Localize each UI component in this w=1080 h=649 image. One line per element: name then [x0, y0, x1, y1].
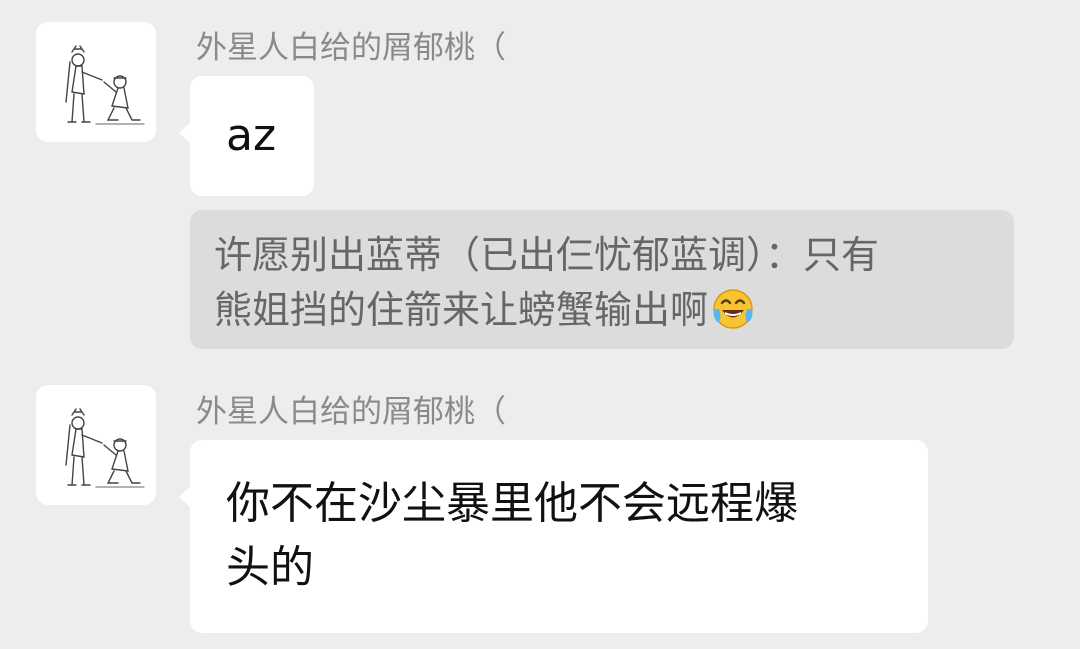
sender-avatar[interactable] [36, 385, 156, 505]
sender-avatar[interactable] [36, 22, 156, 142]
message-text: az [226, 110, 277, 161]
message-text-line-1: 你不在沙尘暴里他不会远程爆 [226, 478, 798, 529]
sketch-avatar-icon [65, 45, 145, 125]
chat-window: 外星人白给的屑郁桃（ az 许愿别出蓝蒂（已出仨忧郁蓝调）：只有 熊姐挡的住箭来… [0, 0, 1080, 649]
laughing-crying-emoji-icon [710, 285, 756, 346]
sketch-avatar-icon [65, 408, 145, 488]
sender-name: 外星人白给的屑郁桃（ [196, 394, 506, 430]
message-bubble[interactable]: az [179, 76, 314, 196]
quoted-text-line-2: 熊姐挡的住箭来让螃蟹输出啊 [214, 288, 709, 332]
quoted-text-line-1: 许愿别出蓝蒂（已出仨忧郁蓝调）：只有 [214, 233, 880, 277]
message-bubble[interactable]: 你不在沙尘暴里他不会远程爆 头的 [179, 440, 928, 633]
sender-name: 外星人白给的屑郁桃（ [196, 30, 506, 66]
message-text-line-2: 头的 [226, 542, 314, 593]
quoted-message[interactable]: 许愿别出蓝蒂（已出仨忧郁蓝调）：只有 熊姐挡的住箭来让螃蟹输出啊 [190, 210, 1014, 349]
